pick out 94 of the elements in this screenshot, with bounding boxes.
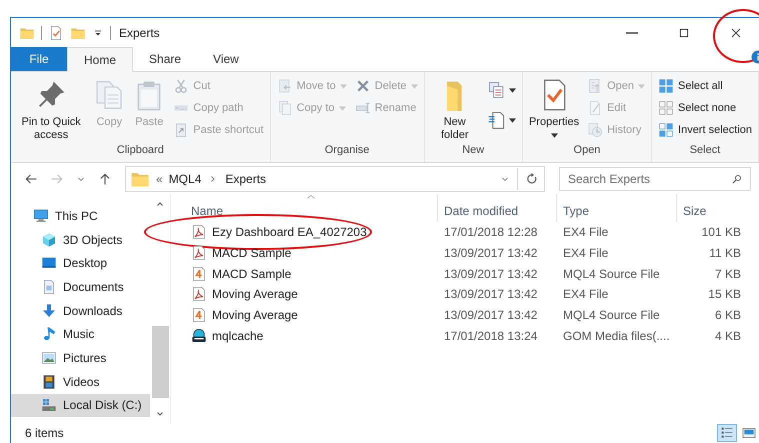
file-tab[interactable]: File bbox=[11, 47, 67, 71]
group-label: New bbox=[461, 144, 486, 158]
file-name[interactable]: Moving Average bbox=[212, 287, 298, 302]
invert-selection-icon bbox=[658, 122, 674, 138]
type-cell-text: MQL4 Source File bbox=[562, 266, 661, 281]
move-icon bbox=[276, 78, 293, 94]
ribbon-button[interactable]: Properties bbox=[526, 75, 582, 138]
address-bar[interactable]: « MQL4 Experts bbox=[125, 166, 545, 192]
date-cell-text: 17/01/2018 12:28 bbox=[443, 225, 538, 240]
delete-icon bbox=[354, 78, 371, 94]
size-cell-text: 6 KB bbox=[714, 308, 742, 322]
column-header[interactable]: Date modified bbox=[444, 204, 518, 218]
caret-icon bbox=[410, 84, 418, 88]
music-note-icon bbox=[41, 326, 57, 342]
caret-icon bbox=[550, 133, 558, 138]
nav-item[interactable]: Pictures bbox=[11, 346, 150, 370]
item-count: 6 items bbox=[25, 426, 64, 440]
document-icon bbox=[191, 307, 207, 324]
scrollbar-thumb[interactable] bbox=[152, 326, 168, 398]
search-field[interactable]: Search Experts bbox=[559, 166, 751, 190]
nav-item[interactable]: Downloads bbox=[11, 298, 150, 322]
nav-item[interactable]: Documents bbox=[11, 275, 150, 299]
scissors-icon bbox=[173, 78, 190, 94]
nav-item[interactable]: Videos bbox=[11, 370, 150, 394]
ribbon-button[interactable]: Pin to Quick access bbox=[15, 75, 88, 142]
film-icon bbox=[41, 374, 57, 390]
download-icon bbox=[41, 302, 57, 319]
ribbon-tab[interactable]: Home bbox=[67, 47, 134, 72]
file-name[interactable]: MACD Sample bbox=[212, 266, 292, 281]
nav-item[interactable]: Music bbox=[11, 322, 150, 346]
ribbon-button[interactable]: Select none bbox=[656, 97, 754, 119]
nav-item[interactable]: This PC bbox=[11, 204, 150, 228]
date-cell-text: 13/09/2017 13:42 bbox=[443, 308, 538, 322]
select-none-icon bbox=[658, 100, 674, 116]
breadcrumb[interactable]: MQL4 bbox=[168, 172, 202, 186]
caret-icon bbox=[508, 118, 516, 122]
size-cell-text: 101 KB bbox=[700, 225, 742, 240]
document-icon bbox=[486, 110, 507, 130]
column-header[interactable]: Name bbox=[191, 204, 224, 218]
date-cell-text: 17/01/2018 13:24 bbox=[443, 328, 538, 343]
data-file-icon bbox=[191, 328, 207, 344]
caret-icon bbox=[638, 84, 646, 88]
minimize-icon bbox=[626, 32, 638, 34]
group-label: Select bbox=[688, 144, 722, 158]
acrobat-file-icon bbox=[191, 224, 207, 240]
date-cell-text: 13/09/2017 13:42 bbox=[443, 287, 538, 302]
ribbon-button[interactable]: New folder bbox=[428, 75, 481, 142]
breadcrumb[interactable]: Experts bbox=[225, 172, 266, 186]
cube-icon bbox=[41, 232, 57, 248]
nav-item[interactable]: Desktop bbox=[11, 251, 150, 276]
view-button[interactable] bbox=[717, 424, 737, 442]
size-cell-text: 15 KB bbox=[707, 287, 742, 302]
nav-item[interactable]: 3D Objects bbox=[11, 228, 150, 252]
acrobat-file-icon bbox=[191, 245, 207, 262]
file-name[interactable]: MACD Sample bbox=[212, 246, 292, 260]
select-all-icon bbox=[658, 78, 674, 94]
history-icon bbox=[587, 122, 604, 138]
document-icon bbox=[191, 266, 207, 282]
file-name[interactable]: Moving Average bbox=[212, 308, 298, 322]
group-label: Organise bbox=[324, 144, 370, 158]
nav-item[interactable]: Local Disk (C:) bbox=[11, 394, 150, 418]
type-cell-text: EX4 File bbox=[562, 225, 610, 240]
group-label: Clipboard bbox=[116, 144, 165, 158]
size-cell-text: 4 KB bbox=[714, 328, 742, 343]
acrobat-file-icon bbox=[191, 286, 207, 302]
copy-icon bbox=[276, 100, 293, 116]
size-cell-text: 11 KB bbox=[708, 246, 742, 260]
pictures-icon bbox=[41, 350, 57, 366]
rename-icon bbox=[354, 100, 371, 116]
type-cell-text: EX4 File bbox=[562, 287, 610, 302]
caret-icon bbox=[338, 106, 346, 110]
caret-icon bbox=[340, 84, 347, 88]
computer-icon bbox=[33, 208, 49, 224]
checklist-icon[interactable] bbox=[48, 24, 64, 40]
caret-icon bbox=[508, 88, 516, 92]
date-cell-text: 13/09/2017 13:42 bbox=[443, 246, 538, 260]
ribbon-button[interactable]: Invert selection bbox=[656, 119, 754, 141]
type-cell-text: EX4 File bbox=[562, 246, 610, 260]
date-cell-text: 13/09/2017 13:42 bbox=[443, 266, 538, 281]
type-cell-text: MQL4 Source File bbox=[562, 308, 661, 322]
size-cell-text: 7 KB bbox=[714, 266, 742, 281]
file-name[interactable]: Ezy Dashboard EA_4027203 bbox=[212, 225, 367, 240]
group-label: Open bbox=[572, 144, 602, 158]
overflow-chevron[interactable]: « bbox=[156, 172, 163, 186]
documents-icon bbox=[41, 278, 57, 295]
ribbon-button[interactable]: Select all bbox=[656, 75, 754, 97]
window-title: Experts bbox=[119, 26, 160, 40]
column-header[interactable]: Type bbox=[563, 204, 590, 218]
large-icons-view-icon bbox=[741, 425, 757, 441]
search-icon[interactable] bbox=[731, 172, 743, 184]
type-cell-text: GOM Media files(.... bbox=[562, 328, 671, 343]
column-header[interactable]: Size bbox=[683, 204, 706, 218]
file-name[interactable]: mqlcache bbox=[212, 328, 264, 343]
disk-icon bbox=[41, 397, 57, 414]
